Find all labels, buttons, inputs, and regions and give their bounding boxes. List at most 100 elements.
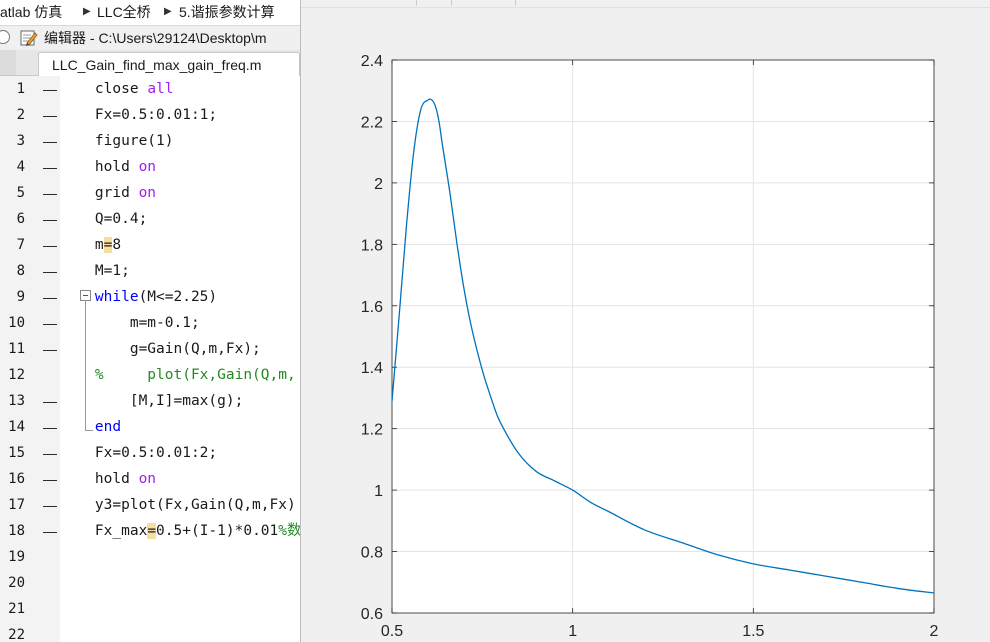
breadcrumb: atlab 仿真 ▶ LLC全桥 ▶ 5.谐振参数计算 [0,0,301,26]
line-number[interactable]: 17 — [0,492,60,518]
code-line[interactable]: M=1; [60,258,301,284]
line-number[interactable]: 21 [0,596,60,622]
x-tick-label: 1 [568,623,577,640]
tab-file[interactable]: LLC_Gain_find_max_gain_freq.m [38,52,300,77]
line-number[interactable]: 13 — [0,388,60,414]
breadcrumb-item-llc[interactable]: LLC全桥 [97,3,151,21]
breakpoint-dash-icon[interactable]: — [43,496,57,514]
breakpoint-dash-icon[interactable]: — [43,340,57,358]
code-comment: % plot(Fx,Gain(Q,m, [60,367,296,383]
code-token: figure(1) [60,133,174,149]
line-number[interactable]: 12 [0,362,60,388]
line-number[interactable]: 5— [0,180,60,206]
code-token: Fx=0.5:0.01:2; [60,445,218,461]
line-number[interactable]: 14 — [0,414,60,440]
code-token: g=Gain(Q,m,Fx); [60,341,261,357]
line-number[interactable]: 9— [0,284,60,310]
line-number[interactable]: 2— [0,102,60,128]
breakpoint-dash-icon[interactable]: — [43,392,57,410]
code-line[interactable] [60,596,301,622]
code-line[interactable]: Fx_max=0.5+(I-1)*0.01%数 [60,518,301,544]
code-line[interactable]: end [60,414,301,440]
line-number[interactable]: 7— [0,232,60,258]
breakpoint-dash-icon[interactable]: — [43,288,57,306]
breakpoint-dash-icon[interactable]: — [43,184,57,202]
line-number-label: 9 [16,289,25,305]
code-token: Fx=0.5:0.01:1; [60,107,218,123]
code-comment: %数 [278,523,301,539]
code-token: [M,I]=max(g); [60,393,244,409]
line-number-label: 21 [8,601,25,617]
breadcrumb-separator-icon: ▶ [164,6,172,17]
code-line[interactable]: m=8 [60,232,301,258]
breakpoint-dash-icon[interactable]: — [43,80,57,98]
y-tick-label: 1.8 [361,237,383,254]
line-number-label: 3 [16,133,25,149]
line-number-label: 5 [16,185,25,201]
line-number[interactable]: 8— [0,258,60,284]
code-line[interactable]: Q=0.4; [60,206,301,232]
line-number[interactable]: 3— [0,128,60,154]
code-area[interactable]: 1—2—3—4—5—6—7—8—9—10—11—12 13—14—15—16—17… [0,76,301,642]
line-number[interactable]: 16 — [0,466,60,492]
breakpoint-dash-icon[interactable]: — [43,314,57,332]
code-line[interactable] [60,622,301,642]
line-number-label: 10 [8,315,25,331]
code-token: 8 [112,237,122,253]
code-line[interactable]: Fx=0.5:0.01:2; [60,440,301,466]
breakpoint-dash-icon[interactable]: — [43,470,57,488]
code-line[interactable]: y3=plot(Fx,Gain(Q,m,Fx) [60,492,301,518]
line-number[interactable]: 19 [0,544,60,570]
code-line[interactable]: % plot(Fx,Gain(Q,m, [60,362,301,388]
line-number[interactable]: 18 — [0,518,60,544]
code-token: (M<=2.25) [138,289,218,305]
code-token: M=1; [60,263,130,279]
code-keyword: end [94,419,122,435]
editor-title: 编辑器 - C:\Users\29124\Desktop\m [44,30,267,46]
line-number[interactable]: 4— [0,154,60,180]
line-number[interactable]: 15 — [0,440,60,466]
code-line[interactable]: g=Gain(Q,m,Fx); [60,336,301,362]
x-tick-label: 0.5 [381,623,403,640]
breadcrumb-item-simulation[interactable]: atlab 仿真 [0,3,62,21]
line-number-label: 11 [8,341,25,357]
code-token: 0.5+(I-1)*0.01 [156,523,279,539]
line-number[interactable]: 20 [0,570,60,596]
code-line[interactable]: hold on [60,466,301,492]
code-line[interactable]: hold on [60,154,301,180]
code-line[interactable]: grid on [60,180,301,206]
line-number[interactable]: 22 [0,622,60,642]
breakpoint-dash-icon[interactable]: — [43,444,57,462]
breakpoint-dash-icon[interactable]: — [43,522,57,540]
gain-plot[interactable]: 0.5 1 1.5 2 0.6 0.8 1 1.2 1.4 1.6 1.8 2 2.2 2.4 [301,0,990,642]
line-number[interactable]: 6— [0,206,60,232]
breakpoint-dash-icon[interactable]: — [43,132,57,150]
back-icon[interactable] [0,30,10,44]
code-line[interactable]: while(M<=2.25) [60,284,301,310]
breakpoint-dash-icon[interactable]: — [43,262,57,280]
code-line[interactable] [60,544,301,570]
x-tick-label: 2 [930,623,939,640]
breakpoint-dash-icon[interactable]: — [43,106,57,124]
breakpoint-dash-icon[interactable]: — [43,158,57,176]
code-line[interactable]: Fx=0.5:0.01:1; [60,102,301,128]
code-line[interactable] [60,570,301,596]
y-tick-label: 2.2 [361,114,383,131]
code-line[interactable]: m=m-0.1; [60,310,301,336]
breakpoint-dash-icon[interactable]: — [43,418,57,436]
line-number[interactable]: 10 — [0,310,60,336]
line-number[interactable]: 11 — [0,336,60,362]
code-token: m [60,237,104,253]
code-token: m=m-0.1; [60,315,200,331]
code-line[interactable]: [M,I]=max(g); [60,388,301,414]
code-line[interactable]: figure(1) [60,128,301,154]
breadcrumb-item-resonant-calc[interactable]: 5.谐振参数计算 [179,3,275,21]
breakpoint-dash-icon[interactable]: — [43,210,57,228]
code-string: all [147,81,174,97]
screen: atlab 仿真 ▶ LLC全桥 ▶ 5.谐振参数计算 编辑器 - C:\Use… [0,0,990,642]
breakpoint-dash-icon[interactable]: — [43,236,57,254]
code-line[interactable]: close all [60,76,301,102]
code-string: on [138,159,157,175]
line-number[interactable]: 1— [0,76,60,102]
